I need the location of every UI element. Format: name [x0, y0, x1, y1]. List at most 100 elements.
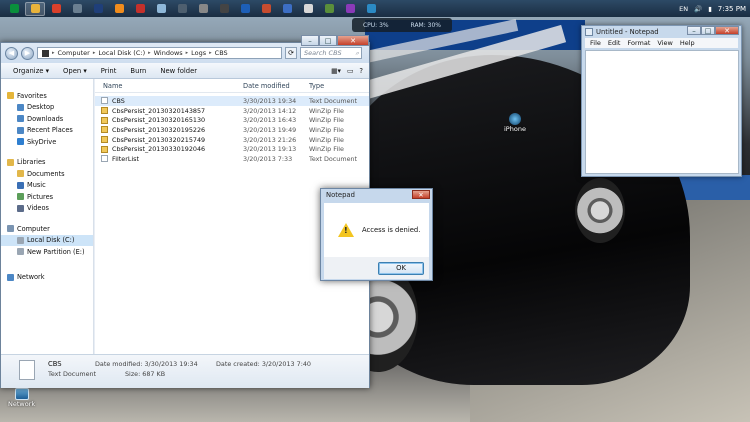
menu-item[interactable]: View — [657, 39, 672, 47]
nav-item[interactable]: Music — [1, 180, 93, 192]
file-row[interactable]: CbsPersist_20130320215749 3/20/2013 21:26… — [95, 135, 369, 145]
breadcrumb-item[interactable]: Local Disk (C:) — [98, 49, 145, 57]
breadcrumb-item[interactable]: Computer — [58, 49, 90, 57]
forward-button[interactable]: ▶ — [21, 46, 34, 60]
nav-item[interactable]: New Partition (E:) — [1, 246, 93, 258]
minimize-button[interactable]: – — [687, 26, 701, 35]
column-name[interactable]: Name — [95, 82, 243, 90]
dialog-close-button[interactable]: ✕ — [412, 190, 430, 199]
minimize-button[interactable]: – — [301, 35, 319, 46]
file-type: Text Document — [309, 96, 358, 105]
file-row[interactable]: CbsPersist_20130320143857 3/20/2013 14:12… — [95, 106, 369, 116]
breadcrumb-separator[interactable]: ▸ — [148, 50, 151, 56]
menu-item[interactable]: Edit — [608, 39, 621, 47]
nav-item[interactable]: Libraries — [1, 157, 93, 169]
breadcrumb-separator[interactable]: ▸ — [186, 50, 189, 56]
clock[interactable]: 7:35 PM — [718, 5, 746, 13]
help-icon[interactable]: ? — [359, 67, 363, 75]
file-row[interactable]: CbsPersist_20130320165130 3/20/2013 16:43… — [95, 115, 369, 125]
details-size: Size: 687 KB — [125, 370, 166, 378]
taskbar-button[interactable] — [172, 2, 192, 16]
dialog-body: ! Access is denied. — [324, 203, 429, 257]
taskbar-button[interactable] — [193, 2, 213, 16]
notepad-icon — [156, 4, 166, 13]
taskbar-button[interactable] — [67, 2, 87, 16]
column-type[interactable]: Type — [309, 82, 367, 90]
car-wheel-front — [575, 178, 625, 243]
volume-icon[interactable]: 🔊 — [694, 5, 702, 13]
taskbar-button[interactable] — [340, 2, 360, 16]
nav-item[interactable]: Desktop — [1, 102, 93, 114]
breadcrumb-separator[interactable]: ▸ — [52, 50, 55, 56]
notepad-menu-bar: File Edit Format View Help — [585, 38, 738, 48]
nav-item[interactable]: Recent Places — [1, 125, 93, 137]
file-row[interactable]: CbsPersist_20130320195226 3/20/2013 19:49… — [95, 125, 369, 135]
taskbar-button[interactable] — [130, 2, 150, 16]
notepad-text-area[interactable] — [585, 50, 739, 174]
column-date-modified[interactable]: Date modified — [243, 82, 309, 90]
preview-pane-icon[interactable]: ▭ — [347, 67, 353, 75]
file-row[interactable]: FilterList 3/20/2013 7:33 Text Document — [95, 154, 369, 164]
zip-file-icon — [101, 126, 108, 134]
taskbar-button[interactable] — [235, 2, 255, 16]
details-file-name: CBS — [48, 360, 62, 368]
taskbar-button[interactable] — [88, 2, 108, 16]
maximize-button[interactable]: □ — [701, 26, 715, 35]
taskbar-button[interactable] — [214, 2, 234, 16]
breadcrumb-item[interactable]: Windows — [154, 49, 183, 57]
language-indicator[interactable]: EN — [679, 5, 688, 13]
nav-item-label: Pictures — [27, 192, 54, 201]
taskbar-button[interactable] — [319, 2, 339, 16]
back-button[interactable]: ◀ — [5, 46, 18, 60]
menu-item[interactable]: File — [590, 39, 601, 47]
burn-button[interactable]: Burn — [130, 67, 146, 75]
taskbar-button[interactable] — [46, 2, 66, 16]
open-button[interactable]: Open ▾ — [63, 67, 87, 75]
breadcrumb-separator[interactable]: ▸ — [93, 50, 96, 56]
refresh-button[interactable]: ⟳ — [285, 47, 297, 59]
taskbar-button[interactable] — [25, 1, 45, 16]
ok-button[interactable]: OK — [378, 261, 424, 275]
taskbar-button[interactable] — [361, 2, 381, 16]
app-icon-8 — [366, 4, 376, 13]
nav-item[interactable]: Local Disk (C:) — [1, 234, 93, 246]
computer-icon — [7, 225, 14, 233]
taskbar-button[interactable] — [4, 2, 24, 16]
file-name: CbsPersist_20130320143857 — [112, 106, 206, 115]
nav-item[interactable]: Videos — [1, 203, 93, 215]
menu-item[interactable]: Help — [680, 39, 695, 47]
nav-item[interactable]: Downloads — [1, 113, 93, 125]
desktop-icon-iphone[interactable]: iPhone — [504, 113, 526, 133]
taskbar-button[interactable] — [277, 2, 297, 16]
file-date: 3/20/2013 14:12 — [243, 106, 297, 115]
close-button[interactable]: ✕ — [337, 35, 369, 46]
taskbar-button[interactable] — [256, 2, 276, 16]
taskbar-button[interactable] — [151, 2, 171, 16]
view-options-icon[interactable]: ▦▾ — [331, 67, 341, 75]
nav-item[interactable]: Documents — [1, 168, 93, 180]
breadcrumb-item[interactable]: Logs — [191, 49, 206, 57]
search-input[interactable]: Search CBS ⌕ — [300, 47, 362, 59]
file-name-cell: CBS — [95, 97, 243, 105]
new-folder-button[interactable]: New folder — [160, 67, 197, 75]
nav-item[interactable]: Network — [1, 272, 93, 284]
taskbar-button[interactable] — [298, 2, 318, 16]
file-row[interactable]: CBS 3/30/2013 19:34 Text Document — [95, 96, 369, 106]
maximize-button[interactable]: □ — [319, 35, 337, 46]
nav-item[interactable]: Pictures — [1, 191, 93, 203]
organize-button[interactable]: Organize ▾ — [13, 67, 49, 75]
desktop-icon-network[interactable]: Network — [8, 388, 35, 408]
taskbar-button[interactable] — [109, 2, 129, 16]
network-tray-icon[interactable]: ▮ — [708, 5, 712, 13]
address-bar[interactable]: ▸ Computer ▸ Local Disk (C:) ▸ Windows ▸ Logs ▸ C… — [37, 47, 282, 59]
nav-item[interactable]: SkyDrive — [1, 136, 93, 148]
nav-item[interactable]: Computer — [1, 223, 93, 235]
breadcrumb-separator[interactable]: ▸ — [209, 50, 212, 56]
print-button[interactable]: Print — [101, 67, 117, 75]
file-row[interactable]: CbsPersist_20130330192046 3/20/2013 19:13… — [95, 144, 369, 154]
close-button[interactable]: ✕ — [715, 26, 739, 35]
menu-item[interactable]: Format — [627, 39, 650, 47]
skydrive-icon — [17, 138, 24, 146]
nav-item[interactable]: Favorites — [1, 90, 93, 102]
breadcrumb-item[interactable]: CBS — [215, 49, 228, 57]
